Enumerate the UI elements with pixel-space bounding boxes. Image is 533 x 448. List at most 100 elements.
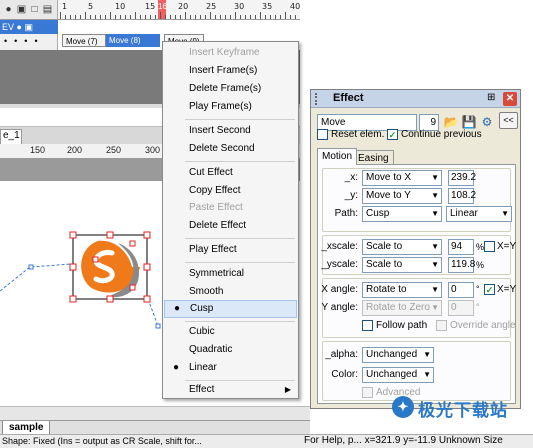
chevron-down-icon: ▼	[431, 242, 439, 251]
ruler-tick	[230, 15, 231, 19]
lock-icon[interactable]: ▣	[16, 4, 27, 15]
save-icon[interactable]: 💾	[461, 114, 477, 130]
menu-quadratic[interactable]: Quadratic	[164, 341, 297, 359]
yscale-value-field[interactable]: 119.8	[448, 257, 475, 273]
path-label: Path:	[334, 208, 358, 219]
ruler-tick	[240, 15, 241, 19]
menu-delete-effect[interactable]: Delete Effect	[164, 217, 297, 235]
stage-scrollbar[interactable]	[0, 406, 310, 420]
ruler-tick	[205, 15, 206, 19]
advanced-checkbox	[362, 387, 373, 398]
xscale-value-field[interactable]: 94	[448, 239, 474, 255]
path-node[interactable]	[155, 323, 161, 329]
ruler-tick	[90, 15, 91, 19]
ruler-tick	[210, 12, 211, 19]
effect-panel-titlebar[interactable]: Effect ⊞ ✕	[311, 90, 520, 108]
ruler-tick	[275, 15, 276, 19]
xscale-xy-checkbox[interactable]	[484, 241, 495, 252]
continue-previous-checkbox[interactable]: ✓	[387, 129, 398, 140]
alpha-select[interactable]: Unchanged ▼	[362, 347, 434, 363]
xangle-value-field[interactable]: 0	[448, 282, 474, 298]
submenu-arrow-icon: ▶	[284, 385, 291, 394]
y-mode-select[interactable]: Move to Y ▼	[362, 188, 442, 204]
menu-insert-second[interactable]: Insert Second	[164, 122, 297, 140]
menu-insert-frames[interactable]: Insert Frame(s)	[164, 62, 297, 80]
timeline-segment-selected[interactable]: Move (8)	[106, 34, 160, 47]
tab-motion[interactable]: Motion	[317, 148, 358, 165]
menu-delete-frames[interactable]: Delete Frame(s)	[164, 80, 297, 98]
menu-delete-second[interactable]: Delete Second	[164, 140, 297, 158]
open-folder-icon[interactable]: 📂	[443, 114, 459, 130]
effect-panel-title: Effect	[333, 92, 364, 104]
grip-icon[interactable]	[315, 93, 319, 105]
ruler-tick	[60, 12, 61, 19]
menu-play-effect[interactable]: Play Effect	[164, 241, 297, 259]
layer-toggles[interactable]: ••••	[4, 36, 45, 46]
xangle-mode-select[interactable]: Rotate to ▼	[362, 282, 442, 298]
motion-path-tail[interactable]	[147, 298, 159, 327]
y-value-field[interactable]: 108.2	[448, 188, 476, 204]
chevron-down-icon: ▼	[423, 370, 431, 379]
ruler-tick	[140, 15, 141, 19]
ruler-tick	[170, 15, 171, 19]
ruler-tick	[120, 15, 121, 19]
follow-path-checkbox[interactable]	[362, 320, 373, 331]
path-node[interactable]	[28, 264, 34, 270]
motion-path[interactable]	[0, 263, 73, 292]
ruler-tick	[135, 12, 136, 19]
ruler-tick	[265, 15, 266, 19]
menu-paste-effect: Paste Effect	[189, 202, 243, 213]
xscale-mode-select[interactable]: Scale to ▼	[362, 239, 442, 255]
path-select[interactable]: Cusp ▼	[362, 206, 442, 222]
menu-copy-effect[interactable]: Copy Effect	[164, 182, 297, 200]
menu-linear[interactable]: ● Linear	[164, 359, 297, 377]
xscale-label: _xscale:	[321, 241, 358, 252]
reset-elem-checkbox[interactable]	[317, 129, 328, 140]
timeline-ruler[interactable]: ● ▣ □ ▤ 1 5 10 15 20 25 30 35 40 16	[0, 0, 300, 20]
ruler-tick	[295, 15, 296, 19]
context-menu: Insert Keyframe Insert Frame(s) Delete F…	[162, 41, 299, 399]
angle-xy-checkbox[interactable]: ✓	[484, 284, 495, 295]
menu-separator	[185, 161, 295, 162]
ruler-number: 15	[145, 2, 156, 11]
ruler-tick	[130, 15, 131, 19]
fold-icon[interactable]: ▤	[42, 4, 53, 15]
menu-smooth[interactable]: Smooth	[164, 283, 297, 301]
yangle-label: Y angle:	[321, 302, 358, 313]
layer-row-selected[interactable]: EV ● ▣	[0, 20, 58, 34]
menu-cut-effect[interactable]: Cut Effect	[164, 164, 297, 182]
ruler-tick	[145, 15, 146, 19]
x-value-field[interactable]: 239.2	[448, 170, 476, 186]
motion-tab-body: _x: Move to X ▼ 239.2 _y: Move to Y ▼ 108.…	[317, 164, 516, 404]
yangle-value-field: 0	[448, 300, 474, 316]
menu-play-frames[interactable]: Play Frame(s)	[164, 98, 297, 116]
color-select[interactable]: Unchanged ▼	[362, 367, 434, 383]
x-mode-select[interactable]: Move to X ▼	[362, 170, 442, 186]
scene-tab[interactable]: e_1	[0, 129, 22, 145]
collapse-button[interactable]: <<	[499, 112, 518, 129]
ruler-number: 35	[262, 2, 273, 11]
ruler-tick	[70, 15, 71, 19]
scene-tab-sample[interactable]: sample	[2, 421, 50, 435]
pin-icon[interactable]: ⊞	[487, 92, 495, 103]
yscale-mode-select[interactable]: Scale to ▼	[362, 257, 442, 273]
outline-icon[interactable]: □	[29, 4, 40, 15]
menu-cusp[interactable]: ● Cusp	[164, 300, 297, 318]
yscale-label: _yscale:	[321, 259, 358, 270]
angle-xy-label: X=Y	[497, 284, 517, 295]
yscale-unit: %	[476, 260, 485, 270]
path-interp-select[interactable]: Linear ▼	[446, 206, 512, 222]
menu-cubic[interactable]: Cubic	[164, 323, 297, 341]
effect-settings-icon[interactable]: ⚙	[479, 114, 495, 130]
menu-symmetrical[interactable]: Symmetrical	[164, 265, 297, 283]
watermark-text: 极光下载站	[418, 401, 508, 420]
timeline-segment[interactable]: Move (7)	[62, 34, 106, 47]
menu-effect-submenu[interactable]: Effect ▶	[164, 381, 297, 399]
ruler-tick	[255, 15, 256, 19]
stage-ruler-number: 250	[106, 145, 122, 155]
continue-previous-label: Continue previous	[401, 129, 482, 140]
yangle-unit: °	[476, 302, 480, 312]
eye-icon[interactable]: ●	[3, 4, 14, 15]
close-icon[interactable]: ✕	[503, 92, 517, 106]
menu-separator	[185, 238, 295, 239]
